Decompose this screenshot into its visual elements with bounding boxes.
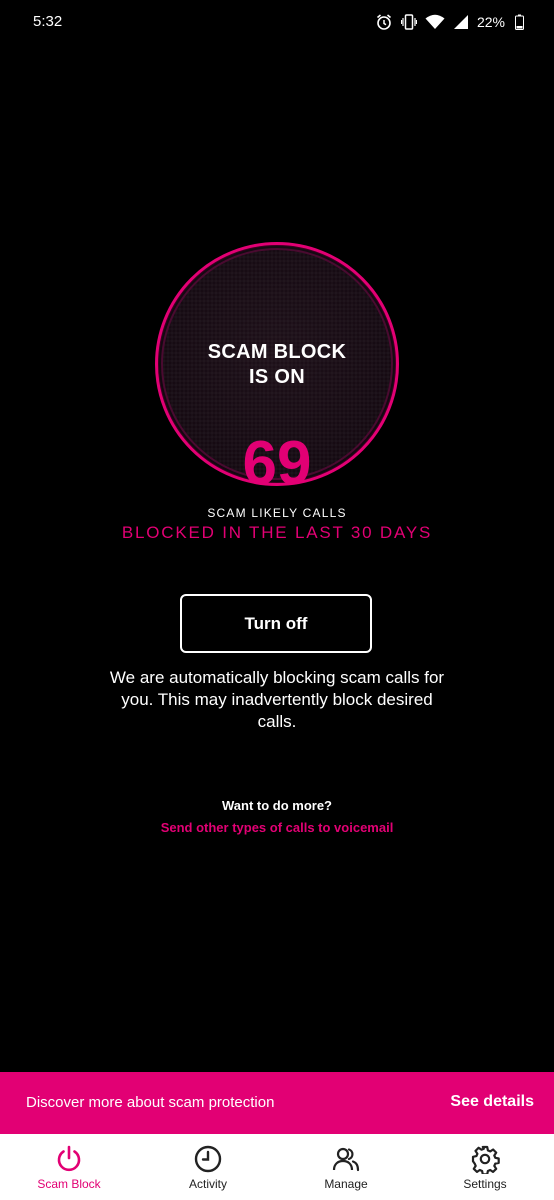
nav-label: Activity xyxy=(188,1177,227,1191)
alarm-icon xyxy=(375,13,393,31)
scam-block-status: SCAM BLOCK IS ON xyxy=(155,340,399,390)
turn-off-button[interactable]: Turn off xyxy=(180,594,372,653)
nav-item-settings[interactable]: Settings xyxy=(416,1134,554,1200)
status-icons: 22% xyxy=(375,10,524,34)
period-label: BLOCKED IN THE LAST 30 DAYS xyxy=(121,523,433,542)
nav-item-activity[interactable]: Activity xyxy=(139,1134,277,1200)
nav-label: Manage xyxy=(324,1177,368,1191)
count-label: SCAM LIKELY CALLS xyxy=(207,506,347,520)
status-line-2: IS ON xyxy=(249,366,305,388)
wifi-icon xyxy=(425,14,445,30)
battery-icon xyxy=(515,14,524,30)
banner-text: Discover more about scam protection xyxy=(26,1094,275,1111)
nav-label: Settings xyxy=(463,1177,507,1191)
status-time: 5:32 xyxy=(33,13,63,30)
status-line-1: SCAM BLOCK xyxy=(207,341,347,363)
nav-item-scam-block[interactable]: Scam Block xyxy=(0,1134,138,1200)
signal-icon xyxy=(453,14,469,30)
bottom-nav: Scam Block Activity Manage Settings xyxy=(0,1134,554,1200)
voicemail-link[interactable]: Send other types of calls to voicemail xyxy=(0,820,554,835)
more-title: Want to do more? xyxy=(221,798,332,813)
vibrate-icon xyxy=(400,13,417,31)
promo-banner[interactable]: Discover more about scam protection See … xyxy=(0,1072,554,1134)
status-bar: 5:32 22% xyxy=(0,0,554,44)
nav-label: Scam Block xyxy=(37,1177,101,1191)
nav-item-manage[interactable]: Manage xyxy=(277,1134,415,1200)
see-details-link[interactable]: See details xyxy=(450,1093,534,1111)
description-text: We are automatically blocking scam calls… xyxy=(109,668,445,731)
blocked-count: 69 xyxy=(242,429,312,498)
battery-percent: 22% xyxy=(476,14,505,30)
